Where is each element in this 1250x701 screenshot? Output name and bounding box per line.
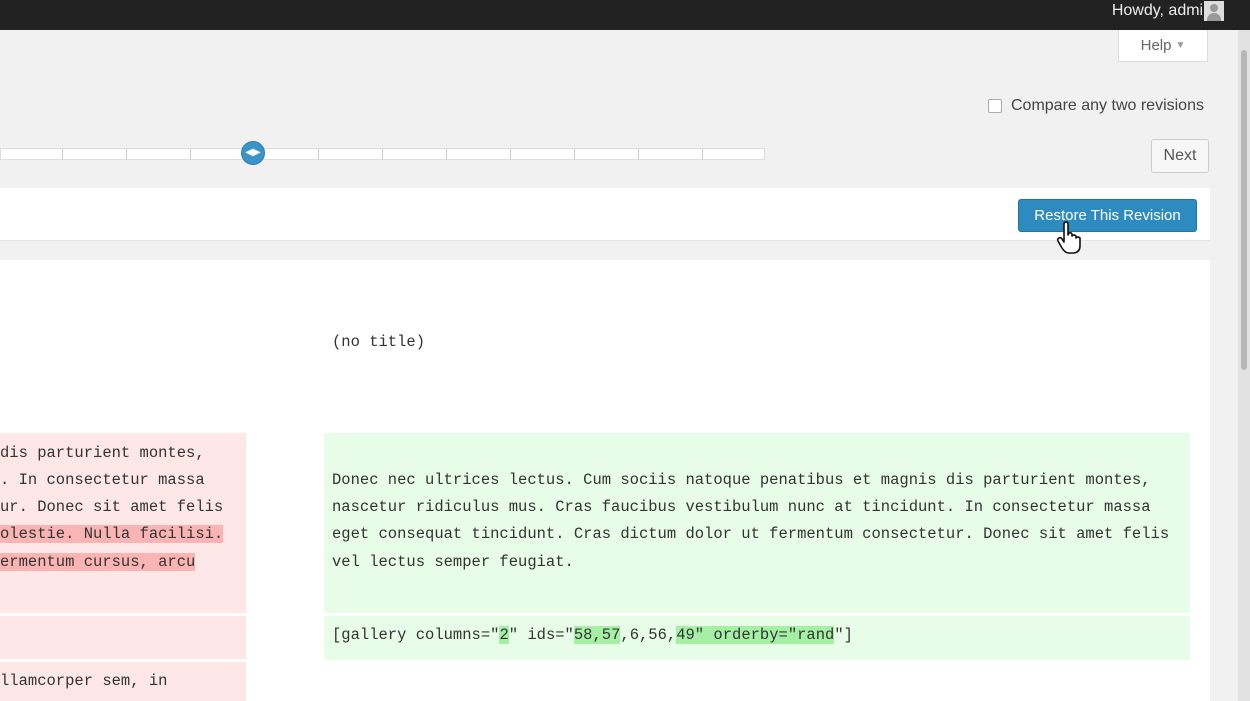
restore-revision-button[interactable]: Restore This Revision — [1018, 199, 1197, 232]
slider-handle[interactable]: ◀▶ — [241, 141, 265, 165]
added-content-block: Donec nec ultrices lectus. Cum sociis na… — [324, 433, 1190, 613]
compare-checkbox[interactable] — [988, 99, 1002, 113]
added-line: Donec nec ultrices lectus. Cum sociis na… — [332, 471, 1151, 489]
removed-line: olestie. Nulla facilisi. — [0, 525, 224, 543]
gallery-text: "] — [834, 626, 853, 644]
compare-two-revisions-toggle[interactable]: Compare any two revisions — [988, 97, 1204, 117]
removed-line: llamcorper sem, in — [0, 672, 168, 690]
scrollbar-thumb[interactable] — [1241, 50, 1247, 370]
removed-line: ur. Donec sit amet felis — [0, 498, 224, 516]
added-line: nascetur ridiculus mus. Cras faucibus ve… — [332, 498, 1151, 516]
removed-content-block: dis parturient montes, . In consectetur … — [0, 433, 246, 613]
arrows-left-right-icon: ◀▶ — [245, 147, 261, 158]
gallery-added-text: 49" orderby="rand — [676, 626, 835, 644]
added-line: vel lectus semper feugiat. — [332, 553, 574, 571]
gallery-shortcode: [gallery columns="2" ids="58,57,6,56,49"… — [332, 626, 853, 644]
window-scrollbar[interactable] — [1238, 30, 1250, 701]
next-revision-button[interactable]: Next — [1151, 139, 1209, 173]
removed-line-highlight: ermentum cursus, arcu — [0, 553, 196, 571]
caret-down-icon: ▼ — [1175, 40, 1186, 51]
gallery-added-text: 58,57 — [573, 626, 621, 644]
help-label: Help — [1140, 37, 1172, 54]
removed-content-block — [0, 616, 246, 659]
removed-line-highlight: olestie. Nulla facilisi. — [0, 525, 224, 543]
removed-line: dis parturient montes, — [0, 444, 205, 462]
removed-content-block: llamcorper sem, in — [0, 662, 246, 701]
hand-cursor-icon — [1056, 221, 1081, 254]
revision-slider-track[interactable] — [0, 148, 765, 160]
revision-title: (no title) — [332, 333, 426, 351]
compare-label: Compare any two revisions — [1011, 97, 1204, 114]
removed-line: ermentum cursus, arcu — [0, 553, 196, 571]
gallery-text: [gallery columns=" — [332, 626, 500, 644]
added-gallery-row: [gallery columns="2" ids="58,57,6,56,49"… — [324, 616, 1190, 660]
gallery-text: ,6,56, — [620, 626, 677, 644]
added-line: eget consequat tincidunt. Cras dictum do… — [332, 525, 1170, 543]
gallery-text: " ids=" — [508, 626, 574, 644]
avatar[interactable] — [1204, 1, 1224, 21]
howdy-greeting[interactable]: Howdy, admin — [1112, 0, 1212, 30]
gallery-added-text: 2 — [499, 626, 509, 644]
admin-bar: Howdy, admin — [0, 0, 1250, 30]
help-tab-button[interactable]: Help ▼ — [1118, 30, 1208, 62]
removed-line: . In consectetur massa — [0, 471, 205, 489]
